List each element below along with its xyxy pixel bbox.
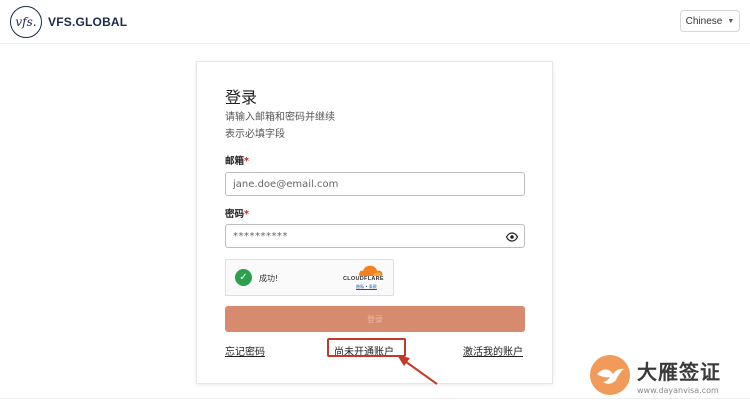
page-title: 登录 bbox=[225, 88, 258, 107]
language-label: Chinese bbox=[685, 15, 723, 27]
watermark: 大雁签证 www.dayanvisa.com bbox=[589, 352, 744, 398]
password-field[interactable]: ********** bbox=[225, 224, 525, 248]
caret-down-icon: ▼ bbox=[727, 17, 735, 25]
required-marker: * bbox=[244, 156, 249, 167]
watermark-name: 大雁签证 bbox=[637, 359, 721, 384]
vfs-logo[interactable]: vfs. VFS.GLOBAL bbox=[10, 6, 127, 38]
dayan-logo-icon bbox=[590, 355, 630, 395]
watermark-url: www.dayanvisa.com bbox=[637, 385, 719, 395]
password-value: ********** bbox=[233, 230, 288, 242]
top-bar: vfs. VFS.GLOBAL Chinese ▼ bbox=[0, 0, 750, 44]
vfs-logo-mark: vfs. bbox=[10, 6, 42, 38]
password-label: 密码* bbox=[225, 206, 249, 220]
email-label: 邮箱* bbox=[225, 153, 249, 167]
brand-name: VFS.GLOBAL bbox=[48, 15, 128, 29]
forgot-password-link[interactable]: 忘记密码 bbox=[225, 343, 265, 358]
captcha-status: 成功! bbox=[259, 274, 279, 283]
cloudflare-wordmark: CLOUDFLARE bbox=[343, 276, 384, 282]
eye-icon[interactable] bbox=[506, 231, 518, 243]
email-placeholder: jane.doe@email.com bbox=[233, 178, 339, 190]
activate-account-link[interactable]: 激活我的账户 bbox=[463, 343, 523, 358]
password-label-text: 密码 bbox=[225, 209, 245, 220]
captcha-links[interactable]: 隐私 • 条款 bbox=[356, 284, 377, 290]
annotation-highlight-box bbox=[327, 338, 406, 357]
cloudflare-captcha[interactable]: ✓ 成功! CLOUDFLARE 隐私 • 条款 bbox=[225, 259, 394, 296]
login-instructions: 请输入邮箱和密码并继续 bbox=[225, 112, 335, 123]
required-marker: * bbox=[244, 209, 249, 220]
required-fields-note: 表示必填字段 bbox=[225, 129, 285, 140]
footer-divider bbox=[0, 398, 750, 399]
language-select[interactable]: Chinese ▼ bbox=[680, 10, 740, 32]
email-field[interactable]: jane.doe@email.com bbox=[225, 172, 525, 196]
login-card: 登录 请输入邮箱和密码并继续 表示必填字段 邮箱* jane.doe@email… bbox=[196, 61, 553, 384]
check-circle-icon: ✓ bbox=[235, 269, 252, 286]
login-button[interactable]: 登录 bbox=[225, 306, 525, 332]
email-label-text: 邮箱 bbox=[225, 156, 245, 167]
